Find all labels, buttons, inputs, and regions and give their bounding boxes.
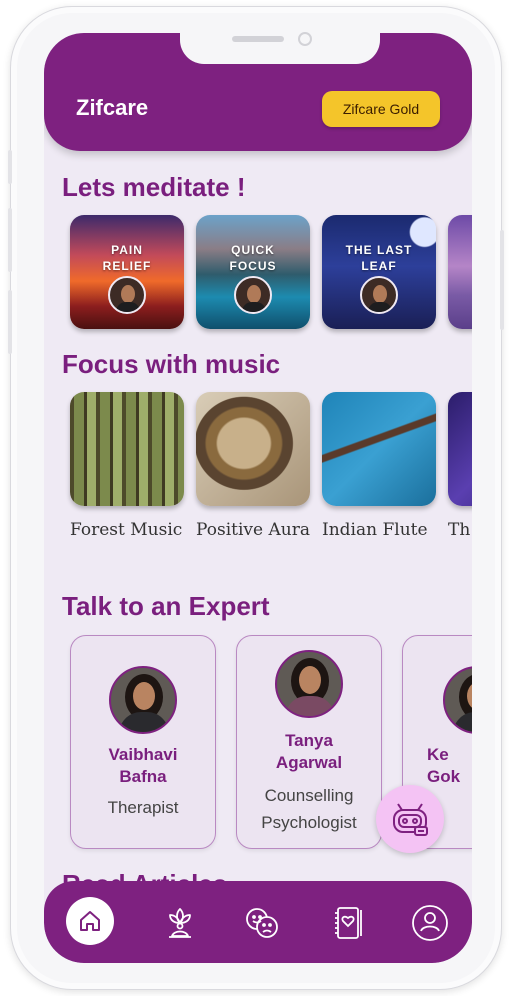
home-icon <box>80 911 100 931</box>
instructor-avatar <box>360 276 398 314</box>
expert-avatar <box>275 650 343 718</box>
expert-role-line1: Counselling <box>264 786 354 805</box>
meditation-label-line1: PAIN <box>111 243 143 257</box>
mood-icon <box>246 908 278 938</box>
music-label: Th <box>448 520 471 540</box>
music-label: Forest Music <box>70 520 183 540</box>
expert-name: Ke Gok <box>427 744 472 788</box>
music-thumbnail-indian-flute[interactable] <box>322 392 436 506</box>
instructor-avatar <box>108 276 146 314</box>
app-screen: Zifcare Zifcare Gold Lets meditate ! PAI… <box>44 33 472 963</box>
expert-role-line1: Therapist <box>107 798 179 817</box>
volume-up-button <box>8 208 12 272</box>
expert-card[interactable]: Tanya Agarwal Counselling Psychologist <box>236 635 382 849</box>
meditation-label-line1: QUICK <box>231 243 275 257</box>
device-speaker <box>232 36 284 42</box>
expert-role: Counselling Psychologist <box>237 782 381 836</box>
nav-home[interactable] <box>66 897 114 945</box>
music-item[interactable]: Indian Flute <box>322 392 436 544</box>
expert-avatar <box>109 666 177 734</box>
nav-journal[interactable] <box>326 901 370 945</box>
robot-icon <box>393 803 428 836</box>
device-notch <box>180 24 380 64</box>
expert-role: Therapist <box>71 794 215 821</box>
meditation-card-pain-relief[interactable]: PAIN RELIEF <box>70 215 184 329</box>
music-item[interactable]: Forest Music <box>70 392 184 544</box>
meditation-card-label: PAIN RELIEF <box>70 242 184 274</box>
meditation-icon <box>169 908 191 938</box>
meditation-label-line2: LEAF <box>361 259 397 273</box>
expert-name-line2: Gok <box>427 767 461 786</box>
nav-profile[interactable] <box>408 901 452 945</box>
expert-name-line1: Ke <box>427 745 449 764</box>
app-brand: Zifcare <box>76 95 149 120</box>
meditation-label-line2: RELIEF <box>102 259 152 273</box>
section-title-meditate: Lets meditate ! <box>62 172 246 202</box>
expert-name-line1: Vaibhavi <box>108 745 178 764</box>
meditation-row: PAIN RELIEF QUICK FOCUS THE LAST LEAF <box>70 215 472 329</box>
instructor-avatar <box>234 276 272 314</box>
expert-name-line2: Bafna <box>119 767 167 786</box>
volume-down-button <box>8 290 12 354</box>
music-label: Positive Aura <box>196 520 310 540</box>
music-item[interactable]: Positive Aura <box>196 392 310 544</box>
nav-meditation[interactable] <box>158 901 202 945</box>
expert-role-line2: Psychologist <box>261 813 357 832</box>
section-title-music: Focus with music <box>62 349 281 379</box>
music-label: Indian Flute <box>322 520 428 540</box>
meditation-card-label: THE LAST LEAF <box>322 242 436 274</box>
journal-icon <box>335 907 362 939</box>
music-thumbnail-positive-aura[interactable] <box>196 392 310 506</box>
music-thumbnail-forest[interactable] <box>70 392 184 506</box>
meditation-card-the-last-leaf[interactable]: THE LAST LEAF <box>322 215 436 329</box>
profile-icon <box>412 905 448 941</box>
meditation-label-line2: FOCUS <box>229 259 277 273</box>
bottom-navigation <box>44 881 472 963</box>
expert-name: Vaibhavi Bafna <box>71 744 215 788</box>
section-title-experts: Talk to an Expert <box>62 591 270 621</box>
device-camera <box>298 32 312 46</box>
music-item[interactable]: Th <box>448 392 472 544</box>
chatbot-button[interactable] <box>376 785 444 853</box>
expert-card[interactable]: Vaibhavi Bafna Therapist <box>70 635 216 849</box>
nav-mood[interactable] <box>240 901 284 945</box>
meditation-card-label: QUICK FOCUS <box>196 242 310 274</box>
meditation-card-quick-focus[interactable]: QUICK FOCUS <box>196 215 310 329</box>
music-row: Forest Music Positive Aura Indian Flute … <box>70 392 472 544</box>
meditation-card-partial[interactable] <box>448 215 472 329</box>
side-button <box>8 150 12 184</box>
expert-name-line1: Tanya <box>285 731 333 750</box>
meditation-label-line1: THE LAST <box>345 243 413 257</box>
expert-name-line2: Agarwal <box>275 753 343 772</box>
expert-name: Tanya Agarwal <box>237 730 381 774</box>
power-button <box>500 230 504 330</box>
music-thumbnail-partial[interactable] <box>448 392 472 506</box>
gold-button[interactable]: Zifcare Gold <box>322 91 440 127</box>
expert-avatar <box>443 666 472 734</box>
